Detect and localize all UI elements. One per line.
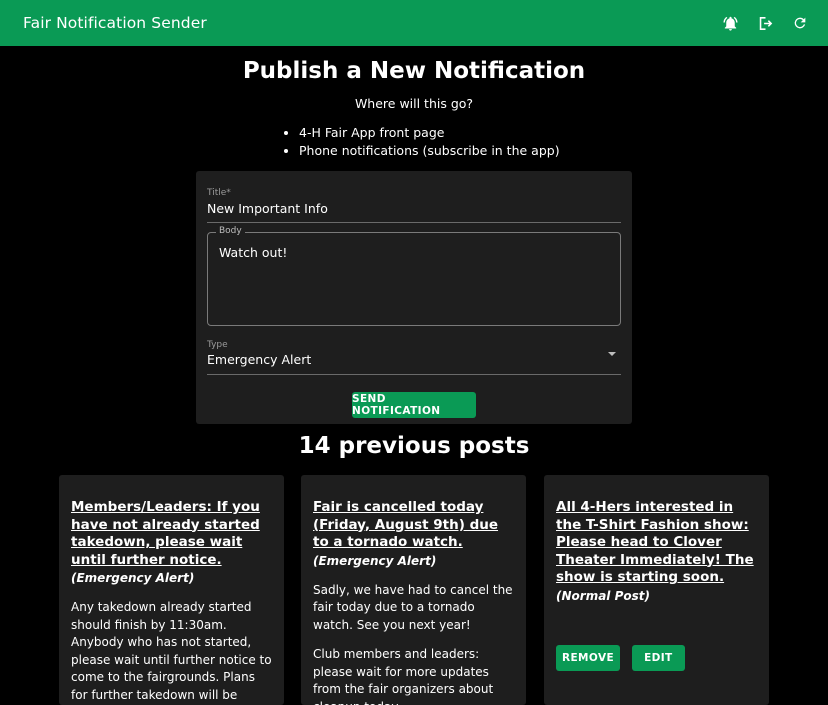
title-underline [207,222,621,223]
type-underline [207,374,621,375]
post-actions: REMOVE EDIT [556,645,769,671]
post-body: Any takedown already started should fini… [59,599,284,705]
remove-button[interactable]: REMOVE [556,645,620,671]
page-title: Publish a New Notification [0,58,828,84]
title-field[interactable]: New Important Info [207,201,328,216]
post-type: (Emergency Alert) [313,552,514,570]
body-label: Body [216,226,245,236]
post-body-paragraph: Club members and leaders: please wait fo… [313,646,514,705]
post-body-paragraph: Sadly, we have had to cancel the fair to… [313,582,514,635]
app-title: Fair Notification Sender [23,14,207,32]
send-notification-button[interactable]: SEND NOTIFICATION [352,392,476,418]
post-title-link[interactable]: All 4-Hers interested in the T-Shirt Fas… [556,499,757,587]
type-select[interactable]: Emergency Alert [207,352,311,367]
post-card: Members/Leaders: If you have not already… [59,475,284,705]
post-title-link[interactable]: Members/Leaders: If you have not already… [71,499,272,569]
destination-item: 4-H Fair App front page [299,124,560,142]
destination-item: Phone notifications (subscribe in the ap… [299,142,560,160]
app-bar-actions [720,13,810,33]
post-body: Sadly, we have had to cancel the fair to… [301,582,526,705]
destinations-question: Where will this go? [0,96,828,111]
title-label: Title* [207,188,231,198]
app-bar: Fair Notification Sender [0,0,828,46]
notifications-icon[interactable] [720,13,740,33]
post-body-paragraph: Any takedown already started should fini… [71,599,272,705]
destinations-list: 4-H Fair App front page Phone notificati… [285,124,560,160]
chevron-down-icon[interactable] [608,352,616,356]
post-card: All 4-Hers interested in the T-Shirt Fas… [544,475,769,705]
post-title-link[interactable]: Fair is cancelled today (Friday, August … [313,499,514,552]
logout-icon[interactable] [755,13,775,33]
body-field[interactable]: Body Watch out! [207,232,621,326]
post-card: Fair is cancelled today (Friday, August … [301,475,526,705]
post-type: (Emergency Alert) [71,569,272,587]
post-type: (Normal Post) [556,587,757,605]
edit-button[interactable]: EDIT [632,645,685,671]
type-label: Type [207,340,228,350]
posts-heading: 14 previous posts [0,433,828,459]
refresh-icon[interactable] [790,13,810,33]
body-value[interactable]: Watch out! [219,245,287,260]
notification-form: Title* New Important Info Body Watch out… [196,171,632,424]
